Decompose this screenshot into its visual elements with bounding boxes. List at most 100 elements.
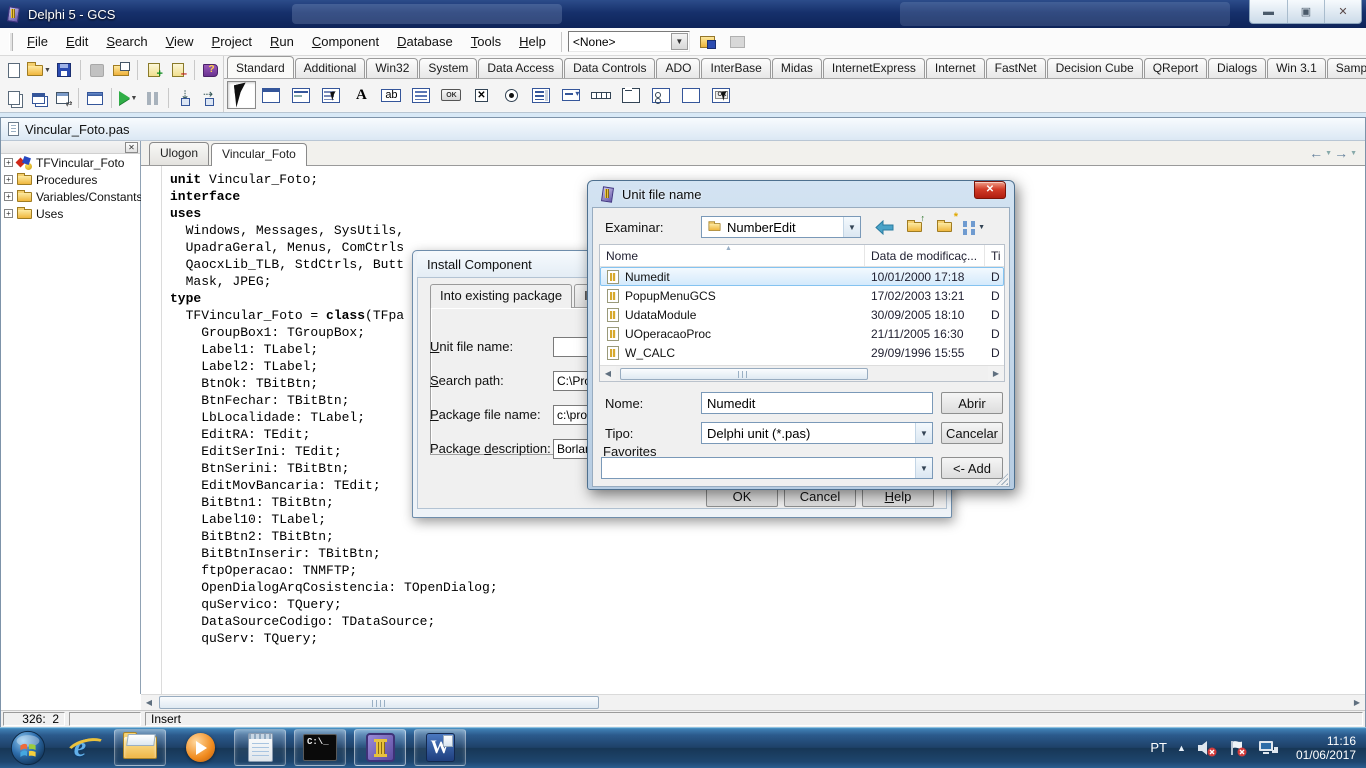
scroll-right-icon[interactable]: ▶: [988, 366, 1004, 381]
component-main-menu-button[interactable]: [287, 81, 316, 109]
expand-plus-icon[interactable]: +: [4, 175, 13, 184]
palette-tab-data-controls[interactable]: Data Controls: [564, 58, 655, 78]
component-frames-button[interactable]: [257, 81, 286, 109]
tree-item-uses[interactable]: +Uses: [1, 205, 140, 222]
palette-tab-internet[interactable]: Internet: [926, 58, 985, 78]
component-cursor-button[interactable]: [227, 81, 256, 109]
volume-muted-icon[interactable]: [1196, 739, 1218, 757]
tree-item-tfvincular-foto[interactable]: +TFVincular_Foto: [1, 154, 140, 171]
pause-button[interactable]: [140, 87, 164, 110]
palette-tab-qreport[interactable]: QReport: [1144, 58, 1207, 78]
file-row[interactable]: UdataModule30/09/2005 18:10D: [600, 305, 1004, 324]
favorites-combobox[interactable]: ▼: [601, 457, 933, 479]
file-row[interactable]: PopupMenuGCS17/02/2003 13:21D: [600, 286, 1004, 305]
taskbar-word-button[interactable]: W: [414, 729, 466, 766]
open-button[interactable]: Abrir: [941, 392, 1003, 414]
back-button[interactable]: [873, 217, 895, 237]
scroll-right-icon[interactable]: ▶: [1349, 695, 1365, 710]
add-favorite-button[interactable]: <- Add: [941, 457, 1003, 479]
palette-tab-internetexpress[interactable]: InternetExpress: [823, 58, 925, 78]
taskbar-delphi-button[interactable]: [354, 729, 406, 766]
new-button[interactable]: [2, 59, 26, 82]
open-project-button[interactable]: [109, 59, 133, 82]
taskbar-clock[interactable]: 11:16 01/06/2017: [1290, 734, 1356, 762]
component-label-button[interactable]: A: [347, 81, 376, 109]
start-button[interactable]: [6, 728, 50, 768]
component-group-box-button[interactable]: [617, 81, 646, 109]
taskbar-notepad-button[interactable]: [234, 729, 286, 766]
chevron-down-icon[interactable]: ▼: [915, 423, 932, 443]
close-icon[interactable]: ✕: [125, 142, 138, 153]
back-dropdown-icon[interactable]: ▼: [1325, 150, 1332, 157]
taskbar-internet-explorer-button[interactable]: e: [54, 729, 106, 766]
save-all-button[interactable]: [85, 59, 109, 82]
code-line[interactable]: DataSourceCodigo: TDataSource;: [170, 613, 1365, 630]
component-edit-button[interactable]: ab: [377, 81, 406, 109]
add-to-project-button[interactable]: [142, 59, 166, 82]
component-list-box-button[interactable]: [527, 81, 556, 109]
column-header-0[interactable]: Nome: [600, 249, 864, 263]
palette-tab-dialogs[interactable]: Dialogs: [1208, 58, 1266, 78]
forward-icon[interactable]: →: [1334, 145, 1348, 161]
palette-tab-data-access[interactable]: Data Access: [478, 58, 563, 78]
expand-plus-icon[interactable]: +: [4, 158, 13, 167]
code-line[interactable]: BitBtnInserir: TBitBtn;: [170, 545, 1365, 562]
horizontal-scrollbar[interactable]: ◀ ▶: [141, 694, 1365, 710]
expand-plus-icon[interactable]: +: [4, 209, 13, 218]
palette-tab-decision-cube[interactable]: Decision Cube: [1047, 58, 1143, 78]
taskbar-windows-explorer-button[interactable]: [114, 729, 166, 766]
dropdown-arrow-icon[interactable]: ▼: [131, 95, 138, 102]
component-button-button[interactable]: OK: [437, 81, 466, 109]
column-header-2[interactable]: Ti: [984, 245, 1004, 266]
menu-tools[interactable]: Tools: [462, 30, 510, 53]
new-form-button[interactable]: [83, 87, 107, 110]
file-row[interactable]: UOperacaoProc21/11/2005 16:30D: [600, 324, 1004, 343]
expand-plus-icon[interactable]: +: [4, 192, 13, 201]
toggle-form-unit-button[interactable]: [50, 87, 74, 110]
back-icon[interactable]: ←: [1309, 145, 1323, 161]
desktop-layout-combobox[interactable]: <None> ▼: [568, 31, 690, 52]
component-radio-button-button[interactable]: [497, 81, 526, 109]
view-unit-button[interactable]: [2, 87, 26, 110]
cancel-button[interactable]: Cancelar: [941, 422, 1003, 444]
palette-tab-interbase[interactable]: InterBase: [701, 58, 770, 78]
component-panel-button[interactable]: [677, 81, 706, 109]
scrollbar-thumb[interactable]: [620, 368, 868, 380]
component-radio-group-button[interactable]: [647, 81, 676, 109]
palette-tab-midas[interactable]: Midas: [772, 58, 822, 78]
component-checkbox-button[interactable]: ✕: [467, 81, 496, 109]
menu-run[interactable]: Run: [261, 30, 303, 53]
palette-tab-ado[interactable]: ADO: [656, 58, 700, 78]
new-folder-button[interactable]: *: [933, 217, 955, 237]
open-button[interactable]: ▼: [26, 59, 52, 82]
menu-search[interactable]: Search: [97, 30, 156, 53]
column-header-1[interactable]: Data de modificaç...: [864, 245, 984, 266]
file-name-input[interactable]: Numedit: [701, 392, 933, 414]
chevron-down-icon[interactable]: ▼: [915, 458, 932, 478]
trace-into-button[interactable]: [173, 87, 197, 110]
code-line[interactable]: quServ: TQuery;: [170, 630, 1365, 647]
maximize-button[interactable]: ▣: [1287, 0, 1324, 23]
code-line[interactable]: BitBtn2: TBitBtn;: [170, 528, 1365, 545]
editor-tab-ulogon[interactable]: Ulogon: [149, 142, 209, 165]
save-button[interactable]: [52, 59, 76, 82]
save-desktop-button[interactable]: [696, 30, 720, 53]
menu-view[interactable]: View: [157, 30, 203, 53]
menu-edit[interactable]: Edit: [57, 30, 97, 53]
network-icon[interactable]: [1258, 739, 1280, 756]
editor-tab-vincular_foto[interactable]: Vincular_Foto: [211, 143, 307, 166]
component-action-list-button[interactable]: [707, 81, 736, 109]
file-type-combobox[interactable]: Delphi unit (*.pas) ▼: [701, 422, 933, 444]
menu-file[interactable]: File: [18, 30, 57, 53]
look-in-combobox[interactable]: NumberEdit ▼: [701, 216, 861, 238]
component-popup-menu-button[interactable]: [317, 81, 346, 109]
close-button[interactable]: ✕: [1324, 0, 1361, 23]
up-one-level-button[interactable]: ↑: [903, 217, 925, 237]
file-row[interactable]: Numedit10/01/2000 17:18D: [600, 267, 1004, 286]
chevron-down-icon[interactable]: ▼: [671, 33, 688, 50]
editor-title-bar[interactable]: Vincular_Foto.pas: [1, 118, 1365, 141]
menu-help[interactable]: Help: [510, 30, 555, 53]
file-row[interactable]: W_CALC29/09/1996 15:55D: [600, 343, 1004, 362]
close-icon[interactable]: ✕: [974, 181, 1006, 199]
show-hidden-icons[interactable]: ▲: [1177, 743, 1186, 753]
